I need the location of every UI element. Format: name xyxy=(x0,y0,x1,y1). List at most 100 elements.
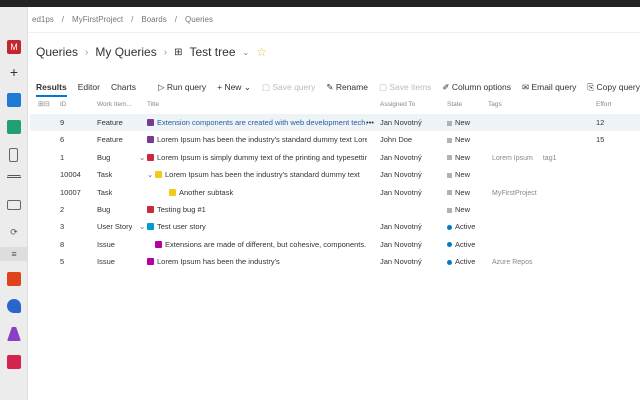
table-row[interactable]: 2 Bug Testing bug #1 New xyxy=(30,201,640,218)
cell-state: Active xyxy=(447,257,475,266)
copy-query-url-button[interactable]: ⎘ Copy query URL xyxy=(587,82,640,93)
cell-title[interactable]: Test user story xyxy=(147,222,367,231)
cell-id: 8 xyxy=(60,239,65,249)
flask-icon[interactable] xyxy=(7,327,21,341)
save-query-label: Save query xyxy=(272,81,316,92)
work-item-type-icon xyxy=(155,240,162,248)
chevron-down-icon[interactable]: ⌄ xyxy=(147,170,153,179)
cell-state: New xyxy=(447,135,470,144)
breadcrumb-org[interactable]: ed1ps xyxy=(32,15,54,24)
cell-state: Active xyxy=(447,240,475,249)
cell-title[interactable]: Lorem Ipsum is simply dummy text of the … xyxy=(147,153,367,162)
overview-icon[interactable] xyxy=(7,93,21,107)
table-row[interactable]: 9 Feature Extension components are create… xyxy=(30,114,640,131)
col-state[interactable]: State xyxy=(447,101,462,108)
my-queries-link[interactable]: My Queries xyxy=(95,45,156,59)
chevron-down-icon[interactable]: ⌄ xyxy=(243,48,250,57)
plus-icon[interactable]: + xyxy=(7,65,21,79)
boards-list-icon[interactable] xyxy=(7,175,21,183)
tab-editor[interactable]: Editor xyxy=(78,82,100,92)
run-query-button[interactable]: ▷ Run query xyxy=(158,82,206,93)
cell-assigned: Jan Novotný xyxy=(380,257,422,267)
email-query-label: Email query xyxy=(531,81,577,92)
backlogs-icon[interactable] xyxy=(7,200,21,210)
rename-label: Rename xyxy=(335,81,368,92)
state-indicator-icon xyxy=(447,172,452,178)
cell-title[interactable]: Lorem Ipsum has been the industry's xyxy=(147,257,367,266)
tab-results[interactable]: Results xyxy=(36,82,67,97)
col-title[interactable]: Title xyxy=(147,101,159,108)
play-icon: ▷ xyxy=(157,81,167,92)
more-actions-icon[interactable]: ••• xyxy=(366,118,374,127)
table-row[interactable]: 6 Feature Lorem Ipsum has been the indust… xyxy=(30,131,640,148)
cell-state: New xyxy=(447,153,470,162)
tab-charts[interactable]: Charts xyxy=(111,82,136,92)
page-title: Queries › My Queries › ⊞ Test tree ⌄ ☆ xyxy=(36,45,267,59)
save-query-button[interactable]: ▢ Save query xyxy=(262,82,315,93)
title-text: Test user story xyxy=(157,222,206,232)
work-item-type-icon xyxy=(147,258,154,266)
boards-icon[interactable] xyxy=(7,120,21,134)
rename-icon: ✎ xyxy=(326,81,336,92)
col-tags[interactable]: Tags xyxy=(488,101,502,108)
cell-state: Active xyxy=(447,222,475,231)
breadcrumb-project[interactable]: MyFirstProject xyxy=(72,15,123,24)
favorite-star-icon[interactable]: ☆ xyxy=(256,45,267,59)
cell-title[interactable]: Testing bug #1 xyxy=(147,205,367,214)
chevron-down-icon[interactable]: ⌄ xyxy=(139,222,145,231)
cell-title[interactable]: Extensions are made of different, but co… xyxy=(155,240,367,249)
cell-title[interactable]: Extension components are created with we… xyxy=(147,118,367,127)
state-text: New xyxy=(455,187,471,197)
new-button[interactable]: + New ⌄ xyxy=(217,82,251,93)
title-text: Another subtask xyxy=(179,187,234,197)
cell-title[interactable]: Lorem Ipsum has been the industry's stan… xyxy=(155,170,367,179)
breadcrumb-queries[interactable]: Queries xyxy=(185,15,213,24)
rename-button[interactable]: ✎ Rename xyxy=(326,82,368,93)
work-items-icon[interactable] xyxy=(9,148,18,162)
save-items-button[interactable]: ▢ Save items xyxy=(379,82,431,93)
col-id[interactable]: ID xyxy=(60,101,67,108)
cell-state: New xyxy=(447,205,470,214)
queries-icon[interactable]: ≡ xyxy=(0,247,28,261)
cell-type: Issue xyxy=(97,239,115,249)
query-name[interactable]: Test tree xyxy=(189,45,235,59)
cell-effort: 12 xyxy=(596,118,605,127)
chevron-down-icon[interactable]: ⌄ xyxy=(139,153,145,162)
cell-type: Bug xyxy=(97,205,111,214)
table-row[interactable]: 5 Issue Lorem Ipsum has been the industry… xyxy=(30,253,640,270)
state-indicator-icon xyxy=(447,190,452,196)
sprints-icon[interactable]: ⟳ xyxy=(7,225,21,239)
pencil-icon: ✐ xyxy=(442,81,452,92)
work-item-type-icon xyxy=(147,119,154,126)
queries-link[interactable]: Queries xyxy=(36,45,78,59)
col-type[interactable]: Work Item... xyxy=(97,101,132,108)
extension-icon[interactable] xyxy=(7,272,21,286)
cell-title[interactable]: Lorem Ipsum has been the industry's stan… xyxy=(147,135,367,144)
rocket-icon[interactable] xyxy=(7,299,21,313)
email-query-button[interactable]: ✉ Email query xyxy=(522,82,576,93)
package-icon[interactable] xyxy=(7,355,21,369)
state-text: New xyxy=(455,152,471,162)
cell-tags: Lorem Ipsum tag1 xyxy=(492,153,566,162)
toolbar: Results Editor Charts ▷ Run query + New … xyxy=(36,77,640,97)
cell-title[interactable]: Another subtask xyxy=(169,188,373,197)
col-assigned[interactable]: Assigned To xyxy=(380,101,415,108)
breadcrumb-boards[interactable]: Boards xyxy=(141,15,166,24)
query-tree-icon: ⊞ xyxy=(174,46,183,58)
cell-tags: MyFirstProject xyxy=(492,188,547,197)
cell-assigned: Jan Novotný xyxy=(380,152,422,162)
column-options-button[interactable]: ✐ Column options xyxy=(442,82,511,93)
table-row[interactable]: 10004 Task ⌄ Lorem Ipsum has been the indu… xyxy=(30,166,640,183)
table-row[interactable]: 3 User Story ⌄ Test user story Jan Novotný … xyxy=(30,218,640,235)
cell-assigned: Jan Novotný xyxy=(380,187,422,197)
avatar[interactable]: M xyxy=(7,40,21,54)
expand-all-icon[interactable]: ⊞⊟ xyxy=(38,100,50,108)
col-effort[interactable]: Effort xyxy=(596,101,611,108)
state-text: Active xyxy=(455,222,476,232)
tag-badge: Lorem Ipsum xyxy=(492,154,533,162)
table-row[interactable]: 10007 Task Another subtask Jan Novotný New… xyxy=(30,184,640,201)
save-items-label: Save items xyxy=(389,81,432,92)
table-row[interactable]: 1 Bug ⌄ Lorem Ipsum is simply dummy text o… xyxy=(30,149,640,166)
breadcrumb: ed1ps / MyFirstProject / Boards / Queries xyxy=(28,7,640,33)
table-row[interactable]: 8 Issue Extensions are made of different,… xyxy=(30,236,640,253)
